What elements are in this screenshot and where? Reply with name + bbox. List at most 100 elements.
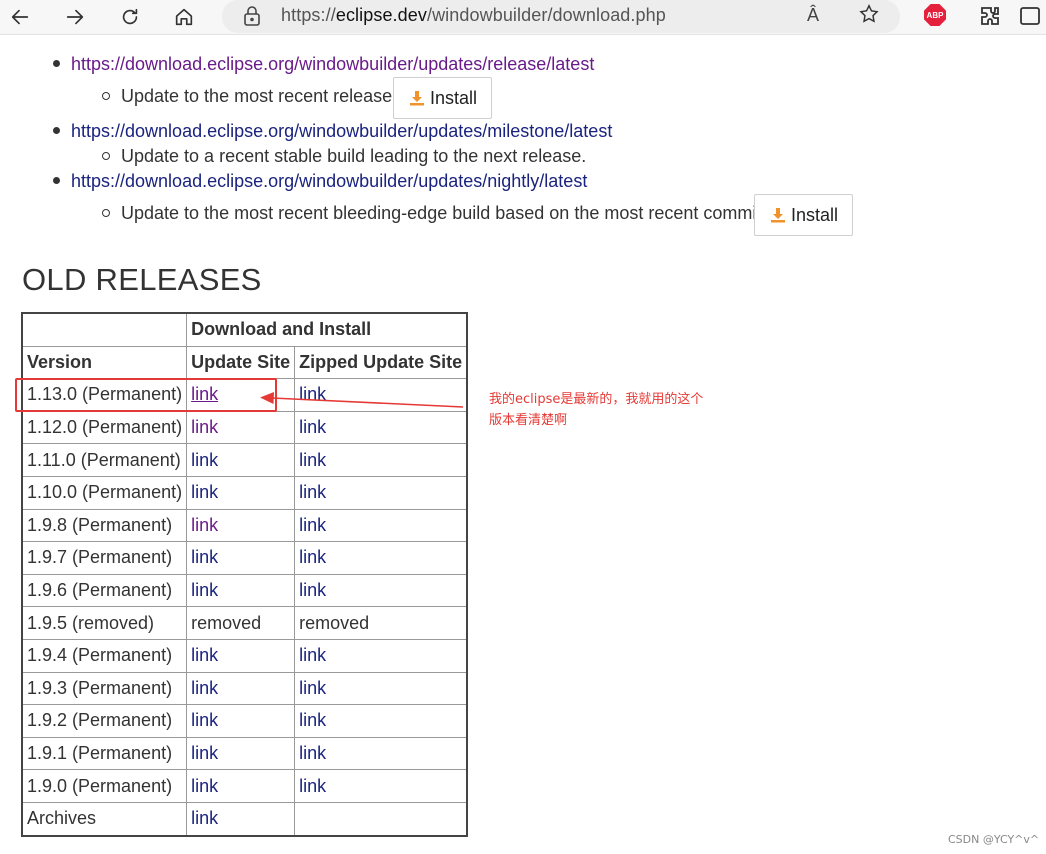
update-site-cell: link [186, 769, 296, 803]
zipped-update-site-link[interactable]: link [299, 384, 326, 404]
download-install-header: Download and Install [186, 312, 468, 347]
zipped-update-site-link[interactable]: link [299, 743, 326, 763]
zipped-update-site-link[interactable]: link [299, 450, 326, 470]
update-site-link[interactable]: link [191, 645, 218, 665]
sub-bullet [102, 92, 110, 100]
update-site-link[interactable]: link [191, 776, 218, 796]
zipped-update-site-link[interactable]: link [299, 482, 326, 502]
update-site-link[interactable]: link [191, 808, 218, 828]
release-update-link[interactable]: https://download.eclipse.org/windowbuild… [71, 54, 594, 75]
zipped-update-site-cell: link [294, 475, 468, 510]
install-nightly-button[interactable]: Install [754, 194, 854, 236]
cell-text: 1.9.8 (Permanent) [27, 514, 173, 535]
cell-text: Archives [27, 808, 97, 829]
download-icon [410, 91, 424, 106]
update-site-link[interactable]: link [191, 580, 218, 600]
cell-text: 1.9.1 (Permanent) [27, 743, 173, 764]
update-site-cell: link [186, 475, 296, 510]
forward-icon[interactable] [61, 4, 89, 30]
cell-text: 1.10.0 (Permanent) [27, 482, 183, 503]
zipped-update-site-link[interactable]: link [299, 645, 326, 665]
zipped-update-site-link[interactable]: link [299, 547, 326, 567]
table-row: 1.9.8 (Permanent) link link [21, 508, 468, 543]
url-host: eclipse.dev [335, 5, 427, 25]
milestone-update-link[interactable]: https://download.eclipse.org/windowbuild… [71, 121, 612, 142]
update-site-link[interactable]: link [191, 482, 218, 502]
update-site-link[interactable]: link [191, 515, 218, 535]
update-site-link[interactable]: link [191, 710, 218, 730]
cell-text: 1.9.4 (Permanent) [27, 645, 173, 666]
annotation-highlight-box [15, 378, 277, 412]
version-cell: 1.9.6 (Permanent) [21, 573, 188, 608]
update-site-link[interactable]: link [191, 743, 218, 763]
table-row: 1.9.7 (Permanent) link link [21, 541, 468, 575]
zipped-update-site-link[interactable]: link [299, 417, 326, 437]
update-site-link[interactable]: link [191, 547, 218, 567]
url-text[interactable]: https://eclipse.dev/windowbuilder/downlo… [281, 5, 666, 26]
browser-toolbar: https://eclipse.dev/windowbuilder/downlo… [0, 0, 1046, 35]
table-row: 1.9.5 (removed) removed removed [21, 606, 468, 640]
list-bullet [53, 127, 60, 134]
zipped-update-site-link[interactable]: link [299, 515, 326, 535]
address-bar[interactable]: https://eclipse.dev/windowbuilder/downlo… [222, 0, 900, 33]
install-label: Install [430, 87, 478, 108]
read-aloud-icon[interactable]: Â [807, 5, 819, 26]
zipped-update-site-link[interactable]: link [299, 580, 326, 600]
zipped-update-site-cell: link [294, 671, 468, 706]
zipped-update-site-cell [294, 801, 468, 837]
cell-text: 1.9.5 (removed) [27, 612, 155, 633]
update-site-cell: link [186, 508, 296, 543]
cell-text: removed [191, 612, 262, 633]
version-cell: 1.9.1 (Permanent) [21, 736, 188, 771]
list-bullet [53, 177, 60, 184]
version-cell: 1.9.5 (removed) [21, 606, 188, 640]
list-bullet [53, 60, 60, 67]
split-screen-icon[interactable] [1018, 4, 1042, 33]
zipped-update-site-link[interactable]: link [299, 710, 326, 730]
table-group-header-row: Download and Install [21, 312, 468, 347]
table-row: 1.10.0 (Permanent) link link [21, 475, 468, 510]
update-site-link[interactable]: link [191, 450, 218, 470]
home-icon[interactable] [170, 4, 198, 30]
install-release-button[interactable]: Install [393, 77, 493, 119]
update-site-link[interactable]: link [191, 678, 218, 698]
extensions-icon[interactable] [978, 4, 1002, 33]
lock-icon[interactable] [242, 5, 262, 32]
abp-label: ABP [926, 10, 944, 20]
cell-text: 1.9.6 (Permanent) [27, 580, 173, 601]
table-row: 1.9.1 (Permanent) link link [21, 736, 468, 771]
zipped-update-site-link[interactable]: link [299, 776, 326, 796]
update-site-cell: link [186, 443, 296, 477]
empty-header-cell [21, 312, 188, 347]
update-site-cell: link [186, 736, 296, 771]
update-site-cell: link [186, 410, 296, 445]
table-row: 1.12.0 (Permanent) link link [21, 410, 468, 445]
version-header: Version [21, 345, 188, 380]
update-site-link[interactable]: link [191, 417, 218, 437]
table-row: 1.9.4 (Permanent) link link [21, 638, 468, 673]
zipped-update-site-cell: link [294, 573, 468, 608]
table-row: 1.9.0 (Permanent) link link [21, 769, 468, 803]
annotation-line-1: 我的eclipse是最新的，我就用的这个 [489, 392, 704, 407]
nightly-description: Update to the most recent bleeding-edge … [121, 203, 767, 223]
cell-text: 1.9.0 (Permanent) [27, 775, 173, 796]
zipped-update-site-cell: link [294, 378, 468, 412]
zipped-update-site-cell: removed [294, 606, 468, 640]
update-site-cell: removed [186, 606, 296, 640]
url-path: /windowbuilder/download.php [426, 5, 666, 25]
refresh-icon[interactable] [116, 4, 144, 30]
nightly-update-link[interactable]: https://download.eclipse.org/windowbuild… [71, 171, 587, 192]
annotation-line-2: 版本看清楚啊 [489, 413, 568, 428]
zipped-update-site-header: Zipped Update Site [294, 345, 468, 380]
zipped-update-site-link[interactable]: link [299, 678, 326, 698]
back-icon[interactable] [6, 4, 34, 30]
favorite-star-icon[interactable] [858, 3, 880, 30]
download-icon [771, 208, 785, 223]
sub-bullet [102, 209, 110, 217]
zipped-update-site-cell: link [294, 410, 468, 445]
table-row: Archives link [21, 801, 468, 837]
adblock-plus-icon[interactable]: ABP [924, 4, 946, 26]
cell-text: 1.11.0 (Permanent) [27, 449, 181, 470]
cell-text: 1.12.0 (Permanent) [27, 417, 183, 438]
install-label: Install [791, 204, 839, 225]
